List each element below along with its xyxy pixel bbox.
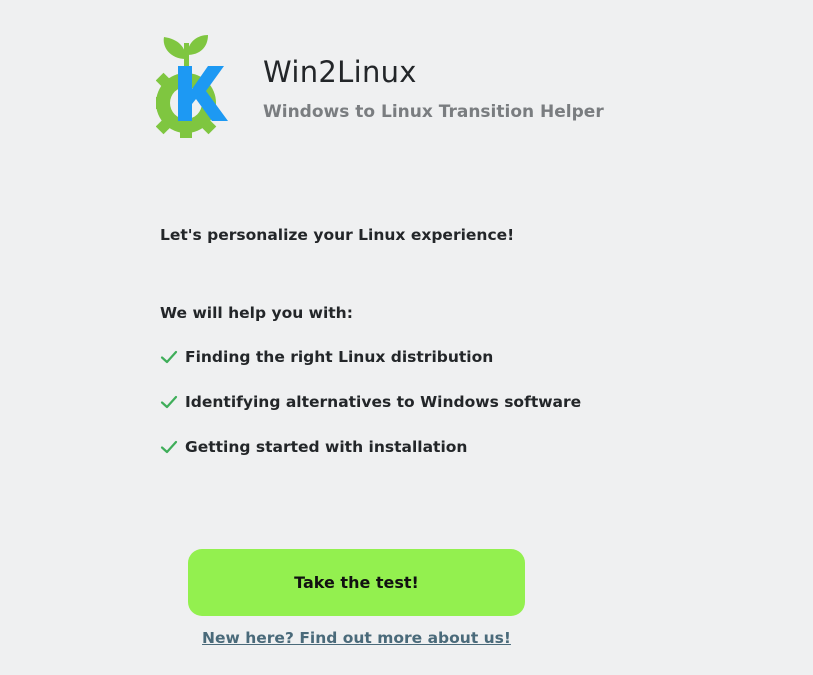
check-icon — [160, 440, 178, 454]
feature-list: Finding the right Linux distribution Ide… — [160, 345, 581, 480]
feature-label: Identifying alternatives to Windows soft… — [185, 393, 582, 411]
check-icon — [160, 395, 178, 409]
about-us-link[interactable]: New here? Find out more about us! — [188, 627, 525, 649]
take-test-button[interactable]: Take the test! — [188, 549, 525, 616]
check-icon — [160, 350, 178, 364]
feature-item: Identifying alternatives to Windows soft… — [160, 390, 581, 414]
feature-label: Getting started with installation — [185, 438, 468, 456]
help-heading: We will help you with: — [160, 304, 353, 322]
app-title: Win2Linux — [263, 55, 417, 89]
app-subtitle: Windows to Linux Transition Helper — [263, 102, 604, 122]
feature-item: Getting started with installation — [160, 435, 581, 459]
intro-text: Let's personalize your Linux experience! — [160, 226, 515, 244]
kde-gear-leaf-logo-icon — [153, 33, 234, 141]
feature-label: Finding the right Linux distribution — [185, 348, 494, 366]
feature-item: Finding the right Linux distribution — [160, 345, 581, 369]
welcome-page: Win2Linux Windows to Linux Transition He… — [0, 0, 813, 675]
